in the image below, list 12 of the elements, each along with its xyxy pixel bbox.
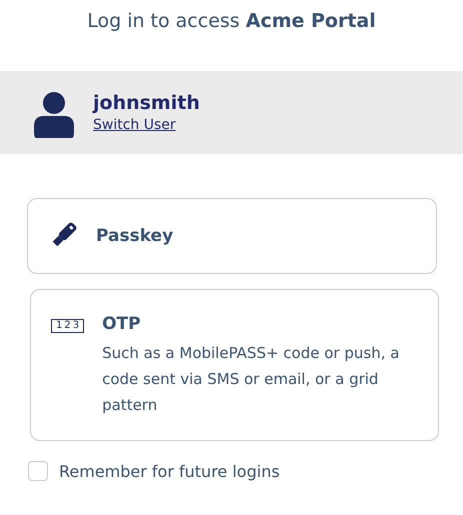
username: johnsmith bbox=[93, 92, 200, 114]
method-label: Passkey bbox=[96, 226, 174, 246]
login-method-card[interactable]: 123 OTP Such as a MobilePASS+ code or push, a code sent via SMS or email, or a grid pattern bbox=[30, 289, 439, 441]
switch-user-link[interactable]: Switch User bbox=[93, 117, 176, 133]
page-title: Log in to access Acme Portal bbox=[86, 9, 377, 34]
method-label: OTP bbox=[102, 314, 142, 334]
login-method-card[interactable]: Passkey bbox=[27, 198, 437, 274]
remember-label: Remember for future logins bbox=[59, 462, 280, 480]
remember-checkbox[interactable] bbox=[28, 461, 48, 481]
keypad-icon: 123 bbox=[51, 319, 84, 333]
user-icon bbox=[34, 92, 74, 138]
method-description: Such as a MobilePASS+ code or push, a code sent via SMS or email, or a grid pattern bbox=[102, 343, 400, 416]
